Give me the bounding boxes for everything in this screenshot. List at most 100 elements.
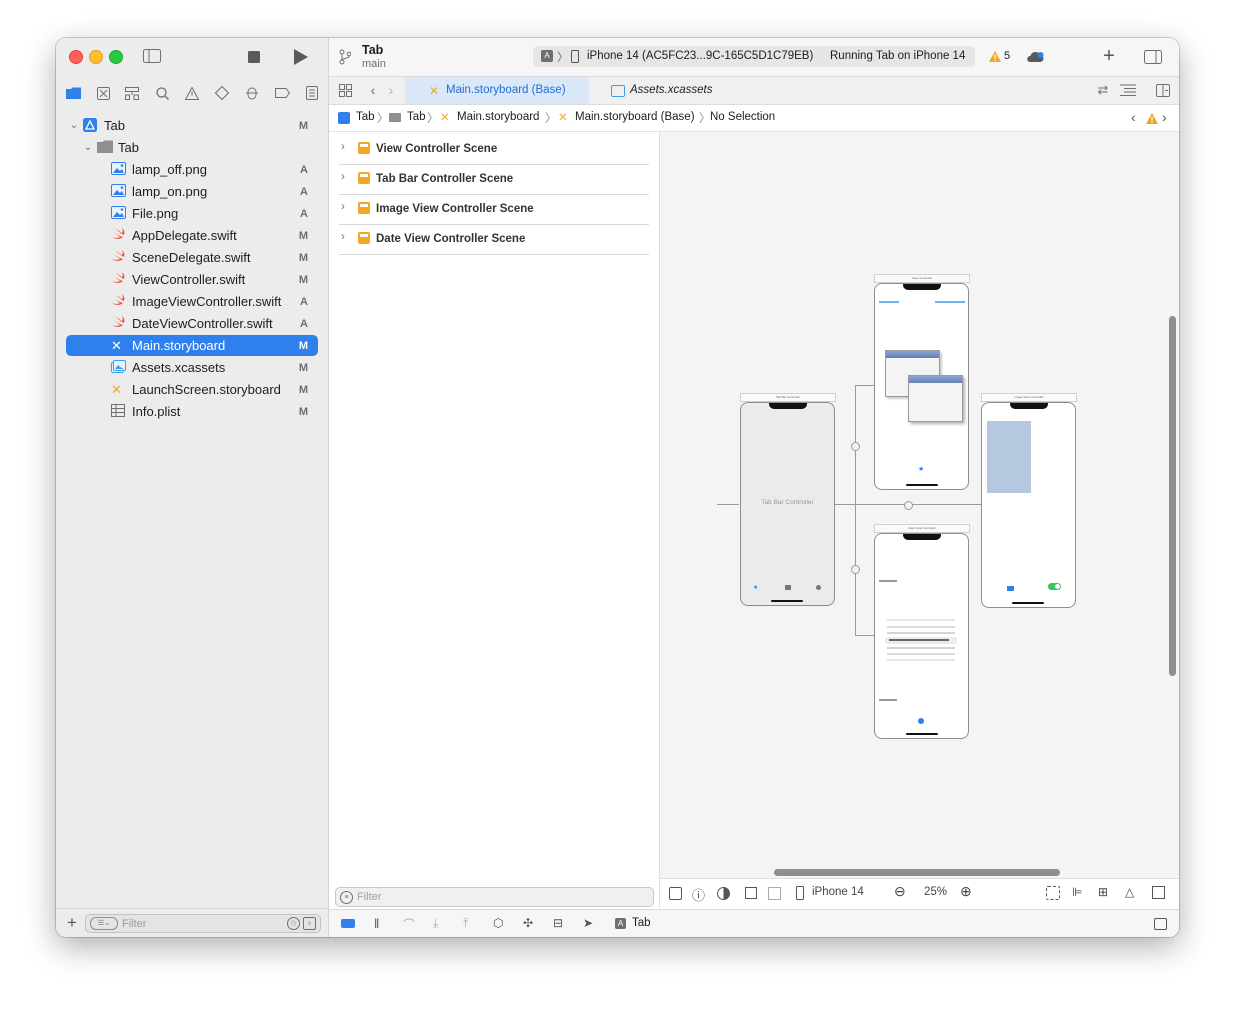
disclosure-chevron-icon[interactable]: › (341, 231, 345, 243)
debug-view-hierarchy-icon[interactable]: ⬡ (493, 916, 503, 930)
outline-scene-row[interactable]: › Date View Controller Scene (339, 224, 649, 255)
warning-icon[interactable] (1146, 113, 1158, 124)
disclosure-chevron-icon[interactable]: › (341, 201, 345, 213)
date-view-controller-scene-title[interactable]: Date View Controller (874, 524, 970, 533)
add-constraints-icon[interactable]: ⊞ (1098, 885, 1108, 899)
step-over-icon[interactable]: ⌒ (403, 916, 415, 933)
orientation-icon[interactable] (745, 887, 757, 899)
location-icon[interactable]: ➤ (583, 916, 593, 930)
debug-icon[interactable] (243, 84, 261, 102)
disclosure-chevron-icon[interactable]: › (341, 171, 345, 183)
step-into-icon[interactable]: ⤓ (433, 916, 438, 931)
issue-icon[interactable] (183, 84, 201, 102)
vertical-scrollbar[interactable] (1169, 316, 1176, 676)
tree-row-file[interactable]: Assets.xcassets M (66, 357, 318, 378)
pause-icon[interactable]: ‖ (374, 916, 379, 931)
environment-overrides-icon[interactable]: ⊟ (553, 916, 563, 930)
inspector-toggle-icon[interactable] (1143, 48, 1163, 66)
segue-icon[interactable] (851, 565, 860, 574)
storyboard-canvas[interactable]: Tab Bar Controller Tab Bar Controller ★ … (660, 132, 1179, 878)
image-view-controller-scene[interactable] (981, 402, 1076, 608)
tree-row-file[interactable]: DateViewController.swift A (66, 313, 318, 334)
grid-icon[interactable] (337, 82, 353, 98)
outline-scene-row[interactable]: › View Controller Scene (339, 134, 649, 165)
disclosure-chevron-icon[interactable]: › (341, 141, 345, 153)
zoom-window-button[interactable] (109, 50, 123, 64)
tree-row-file[interactable]: ✕ Main.storyboard M (66, 335, 318, 356)
outline-toggle-icon[interactable] (669, 887, 682, 900)
back-icon[interactable]: ‹ (365, 81, 381, 99)
view-controller-scene-title[interactable]: View Controller (874, 274, 970, 283)
report-icon[interactable] (303, 84, 321, 102)
outline-scene-row[interactable]: › Image View Controller Scene (339, 194, 649, 225)
tree-row-file[interactable]: lamp_on.png A (66, 181, 318, 202)
device-selector[interactable]: iPhone 14 (812, 886, 864, 898)
tree-row-file[interactable]: AppDelegate.swift M (66, 225, 318, 246)
stop-button[interactable] (246, 49, 262, 65)
resolve-issues-icon[interactable]: △ (1125, 885, 1134, 899)
source-control-filter-icon[interactable]: ± (303, 917, 316, 930)
segue-icon[interactable] (904, 501, 913, 510)
tab-bar-controller-scene[interactable]: Tab Bar Controller ★ (740, 402, 835, 606)
horizontal-scrollbar[interactable] (774, 869, 1060, 876)
minimize-window-button[interactable] (89, 50, 103, 64)
close-window-button[interactable] (69, 50, 83, 64)
align-icon[interactable]: ⊫ (1072, 885, 1082, 899)
embed-icon[interactable] (1152, 886, 1165, 899)
tab-bar-controller-scene-title[interactable]: Tab Bar Controller (740, 393, 836, 402)
sidebar-toggle-icon[interactable] (142, 48, 162, 64)
layout-icon[interactable] (768, 887, 781, 900)
library-add-icon[interactable]: + (1099, 45, 1119, 67)
zoom-in-icon[interactable]: ⊕ (960, 883, 972, 900)
tree-row-file[interactable]: Info.plist M (66, 401, 318, 422)
console-toggle-icon[interactable] (341, 919, 355, 928)
split-editor-icon[interactable] (1155, 82, 1171, 98)
activity-view[interactable]: A 〉 iPhone 14 (AC5FC23...9C-165C5D1C79EB… (533, 46, 975, 67)
run-destination[interactable]: iPhone 14 (AC5FC23...9C-165C5D1C79EB) (587, 50, 813, 62)
recent-files-icon[interactable]: ◷ (287, 917, 300, 930)
cloud-icon[interactable] (1025, 48, 1045, 66)
tree-row-file[interactable]: ImageViewController.swift A (66, 291, 318, 312)
update-frames-icon[interactable] (1046, 886, 1060, 900)
jump-item[interactable]: Main.storyboard (457, 111, 539, 123)
appearance-icon[interactable] (717, 887, 730, 900)
swap-icon[interactable]: ⇄ (1095, 82, 1111, 98)
tree-row-file[interactable]: lamp_off.png A (66, 159, 318, 180)
add-icon[interactable]: + (64, 913, 80, 932)
image-view-controller-scene-title[interactable]: Image View Controller (981, 393, 1077, 402)
search-icon[interactable] (153, 84, 171, 102)
breakpoint-icon[interactable] (273, 84, 291, 102)
tree-row-file[interactable]: SceneDelegate.swift M (66, 247, 318, 268)
symbol-icon[interactable] (123, 84, 141, 102)
run-button[interactable] (292, 48, 310, 66)
previous-issue-icon[interactable]: ‹ (1131, 109, 1136, 125)
tree-row-project-root[interactable]: ⌄ Tab M (66, 115, 318, 136)
source-control-icon[interactable] (94, 84, 112, 102)
scheme-app-icon[interactable]: A (541, 50, 553, 62)
tab-main-storyboard[interactable]: ✕ Main.storyboard (Base) (405, 77, 589, 104)
date-view-controller-scene[interactable] (874, 533, 969, 739)
accessibility-icon[interactable]: ⓘ (692, 885, 705, 904)
filter-options-icon[interactable]: ☰⌄ (90, 917, 118, 930)
disclosure-chevron-icon[interactable]: ⌄ (68, 118, 80, 132)
warnings-indicator[interactable]: 5 (989, 50, 1010, 62)
step-out-icon[interactable]: ⤒ (463, 916, 468, 931)
tree-row-file[interactable]: File.png A (66, 203, 318, 224)
next-issue-icon[interactable]: › (1162, 109, 1167, 125)
disclosure-chevron-icon[interactable]: ⌄ (82, 140, 94, 154)
jump-item[interactable]: Tab (356, 111, 375, 123)
navigator-filter-field[interactable]: ☰⌄ Filter ◷ ± (85, 914, 321, 933)
zoom-out-icon[interactable]: ⊖ (894, 883, 906, 900)
outline-scene-row[interactable]: › Tab Bar Controller Scene (339, 164, 649, 195)
test-icon[interactable] (213, 84, 231, 102)
zoom-level[interactable]: 25% (924, 886, 947, 898)
jump-item[interactable]: Tab (407, 111, 426, 123)
outline-filter-field[interactable]: ≡ Filter (335, 887, 654, 907)
memory-graph-icon[interactable]: ✣ (523, 916, 533, 930)
jump-item[interactable]: No Selection (710, 111, 775, 123)
tree-row-group[interactable]: ⌄ Tab (66, 137, 318, 158)
editor-options-icon[interactable] (1119, 82, 1137, 98)
jump-item[interactable]: Main.storyboard (Base) (575, 111, 695, 123)
folder-icon[interactable] (64, 84, 82, 102)
tab-assets[interactable]: Assets.xcassets (589, 77, 734, 104)
